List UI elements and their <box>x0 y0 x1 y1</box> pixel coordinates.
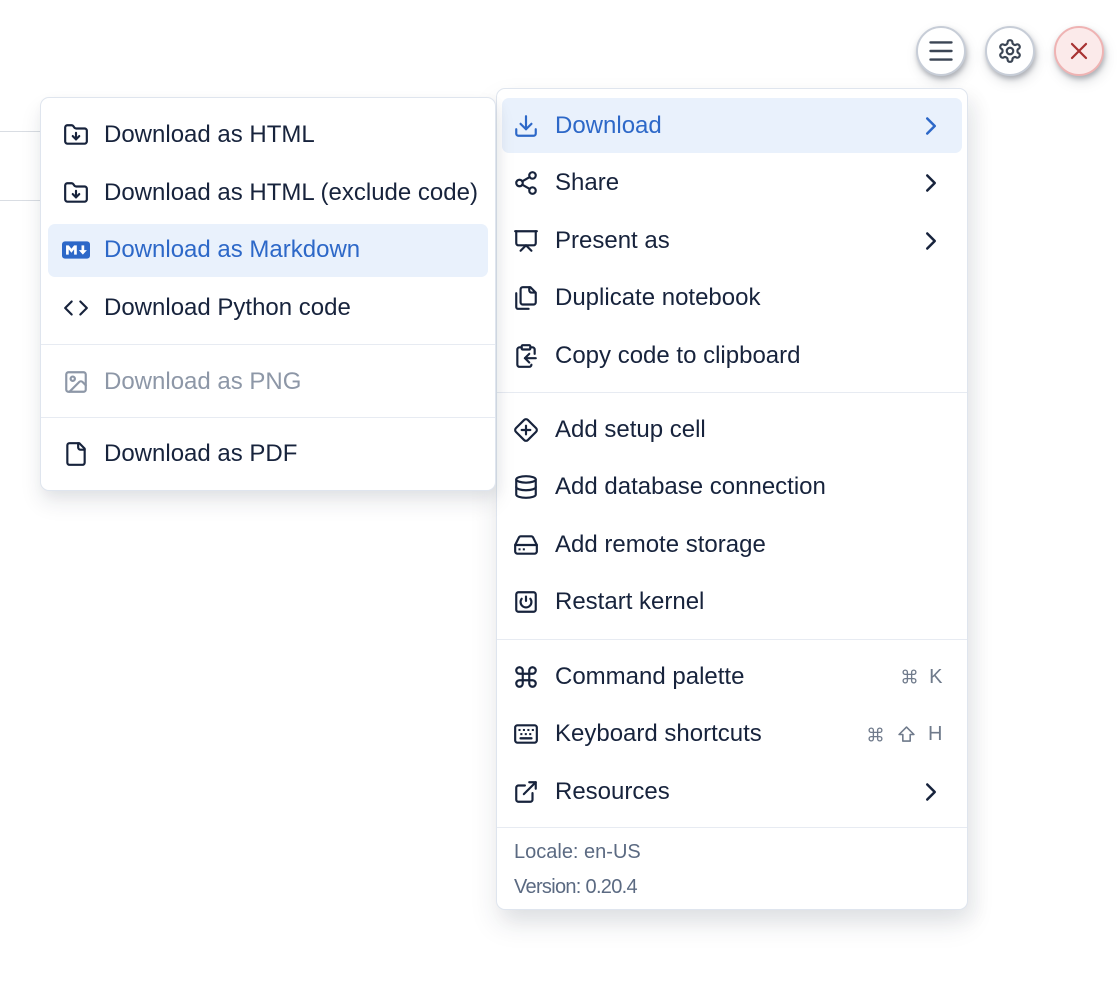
menu-item-label: Download as PDF <box>104 442 297 466</box>
menu-item-share[interactable]: Share <box>502 156 962 211</box>
image-icon <box>62 369 90 395</box>
menu-item-resources[interactable]: Resources <box>502 764 962 819</box>
chevron-right-icon <box>916 777 946 807</box>
locale-text: Locale: en-US <box>514 841 641 864</box>
menu-item-label: Add setup cell <box>555 418 706 442</box>
keyboard-shortcut: H <box>867 724 942 745</box>
share-icon <box>512 170 540 196</box>
cmd-key-icon <box>901 668 918 685</box>
separator <box>497 639 967 640</box>
folder-down-icon <box>62 180 90 206</box>
separator <box>41 344 495 345</box>
menu-item-label: Copy code to clipboard <box>555 344 800 368</box>
download-submenu: Download as HTML Download as HTML (exclu… <box>40 97 496 491</box>
shutdown-button[interactable] <box>1054 26 1104 76</box>
menu-item-download-as-png[interactable]: Download as PNG <box>48 356 488 409</box>
menu-item-label: Command palette <box>555 665 744 689</box>
notebook-menu-dropdown: Download Share <box>496 88 968 910</box>
separator <box>497 827 967 828</box>
download-icon <box>512 113 540 139</box>
menu-item-label: Present as <box>555 229 670 253</box>
menu-item-download[interactable]: Download <box>502 98 962 153</box>
menu-item-label: Download as HTML (exclude code) <box>104 181 478 205</box>
command-icon <box>512 664 540 690</box>
menu-item-download-as-html-exclude-code[interactable]: Download as HTML (exclude code) <box>48 166 488 219</box>
menu-item-download-as-markdown[interactable]: Download as Markdown <box>48 224 488 277</box>
menu-item-label: Restart kernel <box>555 590 704 614</box>
menu-item-add-database-connection[interactable]: Add database connection <box>502 460 962 515</box>
folder-down-icon <box>62 122 90 148</box>
chevron-right-icon <box>916 226 946 256</box>
gear-icon <box>997 38 1023 64</box>
presentation-icon <box>512 228 540 254</box>
menu-item-label: Keyboard shortcuts <box>555 722 762 746</box>
menu-item-label: Add remote storage <box>555 533 766 557</box>
menu-item-label: Download as HTML <box>104 123 315 147</box>
menu-item-label: Add database connection <box>555 475 826 499</box>
cell-border-top <box>0 131 41 132</box>
chevron-right-icon <box>916 168 946 198</box>
menu-item-label: Share <box>555 171 619 195</box>
menu-item-command-palette[interactable]: Command palette K <box>502 649 962 704</box>
menu-item-label: Download <box>555 114 662 138</box>
cmd-key-icon <box>867 726 884 743</box>
markdown-icon <box>62 241 90 259</box>
menu-item-keyboard-shortcuts[interactable]: Keyboard shortcuts H <box>502 707 962 762</box>
clipboard-copy-icon <box>512 343 540 369</box>
chevron-right-icon <box>916 111 946 141</box>
menu-item-label: Download Python code <box>104 296 351 320</box>
shortcut-letter: K <box>929 667 942 687</box>
menu-item-label: Download as Markdown <box>104 238 360 262</box>
separator <box>497 392 967 393</box>
code-icon <box>62 295 90 321</box>
menu-item-download-as-html[interactable]: Download as HTML <box>48 109 488 162</box>
external-link-icon <box>512 779 540 805</box>
shift-key-icon <box>896 724 917 745</box>
menu-item-restart-kernel[interactable]: Restart kernel <box>502 575 962 630</box>
notebook-menu-button[interactable] <box>916 26 966 76</box>
keyboard-shortcut: K <box>901 667 943 687</box>
menu-item-add-setup-cell[interactable]: Add setup cell <box>502 402 962 457</box>
square-power-icon <box>512 589 540 615</box>
menu-item-duplicate-notebook[interactable]: Duplicate notebook <box>502 271 962 326</box>
hard-drive-icon <box>512 532 540 558</box>
cell-border-bottom <box>0 200 41 201</box>
version-text: Version: 0.20.4 <box>514 876 637 899</box>
hamburger-icon <box>928 38 954 64</box>
menu-item-copy-code-to-clipboard[interactable]: Copy code to clipboard <box>502 328 962 383</box>
menu-item-label: Duplicate notebook <box>555 286 760 310</box>
menu-item-download-as-pdf[interactable]: Download as PDF <box>48 427 488 480</box>
menu-item-present-as[interactable]: Present as <box>502 213 962 268</box>
keyboard-icon <box>512 721 540 747</box>
close-icon <box>1065 37 1093 65</box>
menu-item-add-remote-storage[interactable]: Add remote storage <box>502 517 962 572</box>
diamond-plus-icon <box>512 417 540 443</box>
file-icon <box>62 441 90 467</box>
menu-item-label: Download as PNG <box>104 370 301 394</box>
files-icon <box>512 285 540 311</box>
database-icon <box>512 474 540 500</box>
separator <box>41 417 495 418</box>
menu-item-download-python-code[interactable]: Download Python code <box>48 281 488 334</box>
menu-item-label: Resources <box>555 780 670 804</box>
shortcut-letter: H <box>928 724 942 744</box>
page: Download as HTML Download as HTML (exclu… <box>0 0 1118 984</box>
settings-button[interactable] <box>985 26 1035 76</box>
